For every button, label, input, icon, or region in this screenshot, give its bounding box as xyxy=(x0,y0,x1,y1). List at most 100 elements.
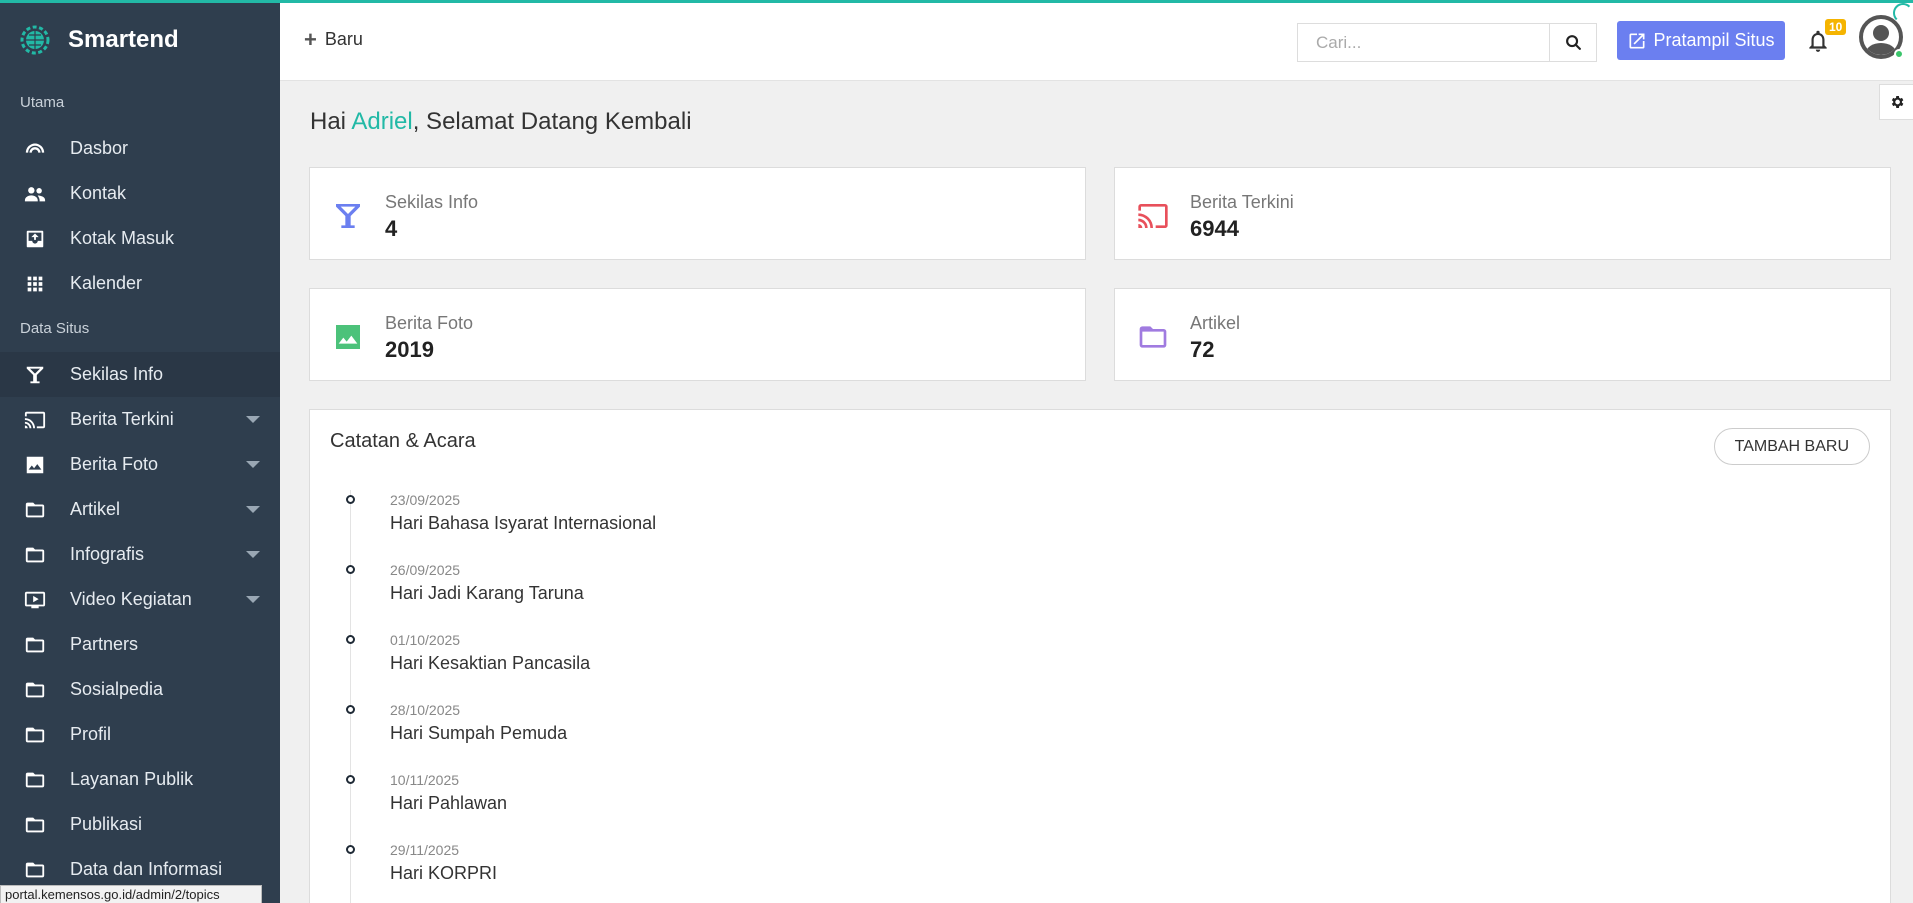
event-date: 26/09/2025 xyxy=(390,562,461,578)
event-name: Hari Pahlawan xyxy=(390,793,508,813)
grid-icon xyxy=(22,271,48,297)
settings-toggle[interactable] xyxy=(1879,84,1913,120)
sidebar-item-layanan-publik[interactable]: Layanan Publik xyxy=(0,757,280,802)
sidebar-item-publikasi[interactable]: Publikasi xyxy=(0,802,280,847)
preview-site-button[interactable]: Pratampil Situs xyxy=(1617,21,1785,60)
people-icon xyxy=(22,181,48,207)
timeline-dot-icon xyxy=(346,495,355,504)
notification-count-badge: 10 xyxy=(1825,19,1847,35)
sidebar-item-label: Kontak xyxy=(70,183,127,203)
sidebar-item-kotak-masuk[interactable]: Kotak Masuk xyxy=(0,216,280,261)
stat-card-artikel[interactable]: Artikel 72 xyxy=(1114,288,1891,381)
sidebar-item-kalender[interactable]: Kalender xyxy=(0,261,280,306)
panel-title: Catatan & Acara xyxy=(330,430,476,452)
plus-icon: + xyxy=(304,26,317,52)
sidebar-item-profil[interactable]: Profil xyxy=(0,712,280,757)
sidebar-item-partners[interactable]: Partners xyxy=(0,622,280,667)
search-button[interactable] xyxy=(1549,24,1596,61)
welcome-greeting: Hai Adriel, Selamat Datang Kembali xyxy=(310,108,692,136)
event-name: Hari KORPRI xyxy=(390,863,498,883)
stat-title: Berita Foto xyxy=(385,313,474,333)
image-icon xyxy=(336,325,360,349)
sidebar-item-label: Artikel xyxy=(70,499,121,519)
sidebar-item-label: Layanan Publik xyxy=(70,769,194,789)
folder-icon xyxy=(22,857,48,883)
timeline-item[interactable]: 28/10/2025 Hari Sumpah Pemuda xyxy=(346,700,1750,770)
folder-icon xyxy=(22,542,48,568)
event-name: Hari Kesaktian Pancasila xyxy=(390,653,591,673)
events-timeline: 23/09/2025 Hari Bahasa Isyarat Internasi… xyxy=(346,490,1750,903)
event-name: Hari Jadi Karang Taruna xyxy=(390,583,584,603)
stat-title: Artikel xyxy=(1190,313,1241,333)
sidebar-item-label: Infografis xyxy=(70,544,145,564)
timeline-item[interactable]: 26/09/2025 Hari Jadi Karang Taruna xyxy=(346,560,1750,630)
inbox-icon xyxy=(22,226,48,252)
sidebar-section-utama: Utama xyxy=(20,94,65,111)
stat-value: 4 xyxy=(385,216,398,241)
timeline-item[interactable]: 29/11/2025 Hari KORPRI xyxy=(346,840,1750,903)
image-icon xyxy=(22,452,48,478)
sidebar-item-label: Kotak Masuk xyxy=(70,228,175,248)
event-date: 10/11/2025 xyxy=(390,772,460,788)
timeline-item[interactable]: 01/10/2025 Hari Kesaktian Pancasila xyxy=(346,630,1750,700)
event-date: 23/09/2025 xyxy=(390,492,461,508)
sidebar-item-berita-foto[interactable]: Berita Foto xyxy=(0,442,280,487)
stat-card-berita-foto[interactable]: Berita Foto 2019 xyxy=(309,288,1086,381)
brand[interactable]: Smartend xyxy=(0,0,280,80)
sidebar-item-kontak[interactable]: Kontak xyxy=(0,171,280,216)
sidebar-item-label: Data dan Informasi xyxy=(70,859,223,879)
stat-title: Berita Terkini xyxy=(1190,192,1294,212)
timeline-dot-icon xyxy=(346,565,355,574)
event-name: Hari Sumpah Pemuda xyxy=(390,723,568,743)
sidebar: Smartend Utama Dasbor Kontak Kotak Masuk… xyxy=(0,0,280,903)
timeline-item[interactable]: 10/11/2025 Hari Pahlawan xyxy=(346,770,1750,840)
sidebar-item-berita-terkini[interactable]: Berita Terkini xyxy=(0,397,280,442)
timeline-dot-icon xyxy=(346,775,355,784)
sidebar-item-sosialpedia[interactable]: Sosialpedia xyxy=(0,667,280,712)
timeline-dot-icon xyxy=(346,705,355,714)
stat-card-berita-terkini[interactable]: Berita Terkini 6944 xyxy=(1114,167,1891,260)
folder-icon xyxy=(22,812,48,838)
sidebar-item-infografis[interactable]: Infografis xyxy=(0,532,280,577)
globe-gear-logo-icon xyxy=(20,25,50,55)
search-box xyxy=(1297,23,1597,62)
online-status-dot xyxy=(1894,49,1904,59)
sidebar-item-sekilas-info[interactable]: Sekilas Info xyxy=(0,352,280,397)
stat-value: 2019 xyxy=(385,337,434,362)
sidebar-item-label: Sosialpedia xyxy=(70,679,164,699)
stat-value: 6944 xyxy=(1190,216,1239,241)
browser-status-url: portal.kemensos.go.id/admin/2/topics xyxy=(0,885,262,903)
top-header: + Baru Pratampil Situs 10 xyxy=(280,3,1913,81)
sidebar-item-label: Publikasi xyxy=(70,814,143,834)
folder-icon xyxy=(22,632,48,658)
add-new-event-button[interactable]: TAMBAH BARU xyxy=(1713,428,1870,465)
folder-icon xyxy=(22,722,48,748)
sidebar-item-label: Berita Foto xyxy=(70,454,159,474)
sidebar-item-label: Video Kegiatan xyxy=(70,589,192,609)
preview-site-label: Pratampil Situs xyxy=(1653,30,1775,50)
sidebar-item-label: Kalender xyxy=(70,273,143,293)
external-link-icon xyxy=(1629,33,1645,48)
new-button[interactable]: + Baru xyxy=(304,26,363,52)
search-input[interactable] xyxy=(1298,24,1549,61)
search-icon xyxy=(1565,35,1581,50)
sidebar-item-label: Berita Terkini xyxy=(70,409,174,429)
sidebar-item-dasbor[interactable]: Dasbor xyxy=(0,126,280,171)
sidebar-item-label: Partners xyxy=(70,634,139,654)
sidebar-section-data-situs: Data Situs xyxy=(20,320,90,337)
event-date: 01/10/2025 xyxy=(390,632,461,648)
video-icon xyxy=(22,587,48,613)
timeline-item[interactable]: 23/09/2025 Hari Bahasa Isyarat Internasi… xyxy=(346,490,1750,560)
stat-title: Sekilas Info xyxy=(385,192,479,212)
filter-icon xyxy=(22,362,48,388)
cast-icon xyxy=(22,407,48,433)
sidebar-item-video-kegiatan[interactable]: Video Kegiatan xyxy=(0,577,280,622)
chevron-down-icon xyxy=(246,596,260,603)
sidebar-item-label: Profil xyxy=(70,724,112,744)
gear-icon xyxy=(1891,96,1903,108)
folder-icon xyxy=(22,677,48,703)
stat-card-sekilas-info[interactable]: Sekilas Info 4 xyxy=(309,167,1086,260)
sidebar-item-artikel[interactable]: Artikel xyxy=(0,487,280,532)
chevron-down-icon xyxy=(246,506,260,513)
folder-icon xyxy=(1139,326,1167,348)
